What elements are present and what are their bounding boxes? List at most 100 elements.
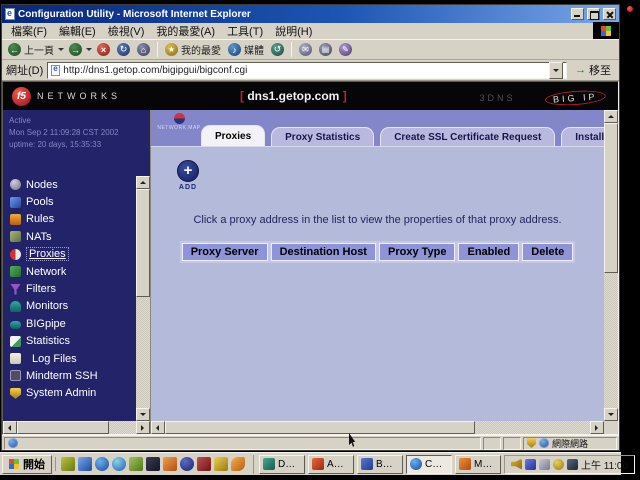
sidebar-item-proxies[interactable]: Proxies bbox=[10, 246, 136, 263]
sidebar-item-filters[interactable]: Filters bbox=[10, 280, 136, 297]
column-proxy-type[interactable]: Proxy Type bbox=[379, 243, 456, 261]
sidebar-item-rules[interactable]: Rules bbox=[10, 211, 136, 228]
tab-proxy-statistics[interactable]: Proxy Statistics bbox=[271, 127, 374, 146]
start-button[interactable]: 開始 bbox=[2, 455, 52, 474]
product-bigip[interactable]: BIG IP bbox=[545, 89, 606, 107]
product-3dns[interactable]: 3DNS bbox=[479, 93, 515, 103]
back-dropdown-icon[interactable] bbox=[58, 43, 65, 56]
quicklaunch-icon[interactable] bbox=[112, 457, 126, 471]
network-map-button[interactable]: NETWORK MAP bbox=[157, 113, 201, 131]
close-icon[interactable] bbox=[603, 8, 616, 20]
scrollbar-track[interactable] bbox=[136, 297, 150, 408]
quicklaunch-icon[interactable] bbox=[129, 457, 143, 471]
sidebar-vertical-scrollbar[interactable] bbox=[136, 176, 150, 421]
menu-edit[interactable]: 編輯(E) bbox=[53, 22, 102, 40]
mail-button[interactable] bbox=[296, 42, 315, 57]
tray-icon[interactable] bbox=[525, 459, 536, 470]
history-button[interactable] bbox=[268, 42, 287, 57]
quicklaunch-icon[interactable] bbox=[61, 457, 75, 471]
quicklaunch-icon[interactable] bbox=[78, 457, 92, 471]
print-button[interactable] bbox=[316, 42, 335, 57]
sidebar-item-system-admin[interactable]: System Admin bbox=[10, 385, 136, 402]
log-files-icon bbox=[10, 353, 21, 364]
scroll-left-icon[interactable] bbox=[3, 421, 17, 434]
scrollbar-thumb[interactable] bbox=[17, 421, 109, 434]
sidebar-item-pools[interactable]: Pools bbox=[10, 193, 136, 210]
scroll-right-icon[interactable] bbox=[136, 421, 150, 434]
task-button-1[interactable]: D… bbox=[259, 455, 305, 474]
tray-icon[interactable] bbox=[567, 459, 578, 470]
menu-tools[interactable]: 工具(T) bbox=[221, 22, 269, 40]
column-delete[interactable]: Delete bbox=[522, 243, 573, 261]
nats-icon bbox=[10, 231, 21, 242]
column-proxy-server[interactable]: Proxy Server bbox=[182, 243, 268, 261]
address-dropdown-icon[interactable] bbox=[549, 62, 563, 79]
tray-icon[interactable] bbox=[539, 459, 550, 470]
sidebar-item-mindterm-ssh[interactable]: Mindterm SSH bbox=[10, 367, 136, 384]
site-header: f5 NETWORKS [ dns1.getop.com ] 3DNS BIG … bbox=[3, 82, 618, 110]
menu-file[interactable]: 檔案(F) bbox=[5, 22, 53, 40]
scrollbar-track[interactable] bbox=[109, 421, 136, 434]
scrollbar-thumb[interactable] bbox=[136, 189, 150, 297]
sidebar-item-monitors[interactable]: Monitors bbox=[10, 298, 136, 315]
scrollbar-thumb[interactable] bbox=[604, 123, 618, 273]
sidebar-item-log-files[interactable]: Log Files bbox=[10, 350, 136, 367]
minimize-icon[interactable] bbox=[571, 8, 584, 20]
sidebar-item-nodes[interactable]: Nodes bbox=[10, 176, 136, 193]
scroll-left-icon[interactable] bbox=[151, 421, 165, 434]
maximize-icon[interactable] bbox=[587, 8, 600, 20]
scroll-down-icon[interactable] bbox=[604, 408, 618, 421]
quicklaunch-icon[interactable] bbox=[214, 457, 228, 471]
scroll-down-icon[interactable] bbox=[136, 408, 150, 421]
taskbar-clock: 上午 11:00 bbox=[581, 457, 628, 472]
bracket-right: ] bbox=[339, 89, 346, 103]
forward-button[interactable] bbox=[66, 42, 85, 57]
menu-favorites[interactable]: 我的最愛(A) bbox=[150, 22, 221, 40]
scrollbar-thumb[interactable] bbox=[165, 421, 475, 434]
quicklaunch-icon[interactable] bbox=[163, 457, 177, 471]
forward-dropdown-icon[interactable] bbox=[86, 43, 93, 56]
task-button-2[interactable]: A… bbox=[308, 455, 354, 474]
quicklaunch-icon[interactable] bbox=[231, 457, 245, 471]
quicklaunch-icon[interactable] bbox=[197, 457, 211, 471]
address-input[interactable] bbox=[63, 65, 546, 76]
sidebar-item-bigpipe[interactable]: BIGpipe bbox=[10, 315, 136, 332]
menu-view[interactable]: 檢視(V) bbox=[102, 22, 151, 40]
scroll-up-icon[interactable] bbox=[604, 110, 618, 123]
tab-proxies[interactable]: Proxies bbox=[201, 125, 265, 146]
main-horizontal-scrollbar[interactable] bbox=[151, 421, 618, 434]
task-button-5[interactable]: M… bbox=[455, 455, 501, 474]
sidebar-horizontal-scrollbar[interactable] bbox=[3, 421, 150, 434]
sidebar-item-network[interactable]: Network bbox=[10, 263, 136, 280]
sidebar-item-nats[interactable]: NATs bbox=[10, 228, 136, 245]
column-destination-host[interactable]: Destination Host bbox=[271, 243, 376, 261]
home-button[interactable] bbox=[134, 42, 153, 57]
add-button[interactable]: + ADD bbox=[172, 160, 204, 191]
column-enabled[interactable]: Enabled bbox=[458, 243, 519, 261]
scrollbar-track[interactable] bbox=[604, 273, 618, 408]
task-button-configuration-utility[interactable]: C… bbox=[406, 455, 452, 474]
sidebar-item-statistics[interactable]: Statistics bbox=[10, 333, 136, 350]
brand-text: NETWORKS bbox=[37, 91, 121, 101]
menu-help[interactable]: 說明(H) bbox=[269, 22, 318, 40]
edit-button[interactable] bbox=[336, 42, 355, 57]
tab-create-ssl-certificate-request[interactable]: Create SSL Certificate Request bbox=[380, 127, 555, 146]
main-vertical-scrollbar[interactable] bbox=[604, 110, 618, 421]
scroll-right-icon[interactable] bbox=[590, 421, 604, 434]
stop-button[interactable] bbox=[94, 42, 113, 57]
tray-icon[interactable] bbox=[553, 459, 564, 470]
media-button[interactable]: 媒體 bbox=[225, 41, 267, 58]
volume-icon[interactable] bbox=[511, 459, 522, 470]
task-button-3[interactable]: B… bbox=[357, 455, 403, 474]
scroll-up-icon[interactable] bbox=[136, 176, 150, 189]
go-button[interactable]: → 移至 bbox=[571, 62, 615, 78]
refresh-button[interactable] bbox=[114, 42, 133, 57]
quicklaunch-icon[interactable] bbox=[146, 457, 160, 471]
quicklaunch-icon[interactable] bbox=[95, 457, 109, 471]
tab-install-ssl-certificate[interactable]: Install SSL Certificate bbox=[561, 127, 604, 146]
favorites-button[interactable]: 我的最愛 bbox=[162, 41, 224, 58]
back-button[interactable]: 上一頁 bbox=[5, 41, 57, 58]
quicklaunch-icon[interactable] bbox=[180, 457, 194, 471]
address-bar: 網址(D) → 移至 bbox=[2, 60, 619, 81]
scrollbar-track[interactable] bbox=[475, 421, 590, 434]
